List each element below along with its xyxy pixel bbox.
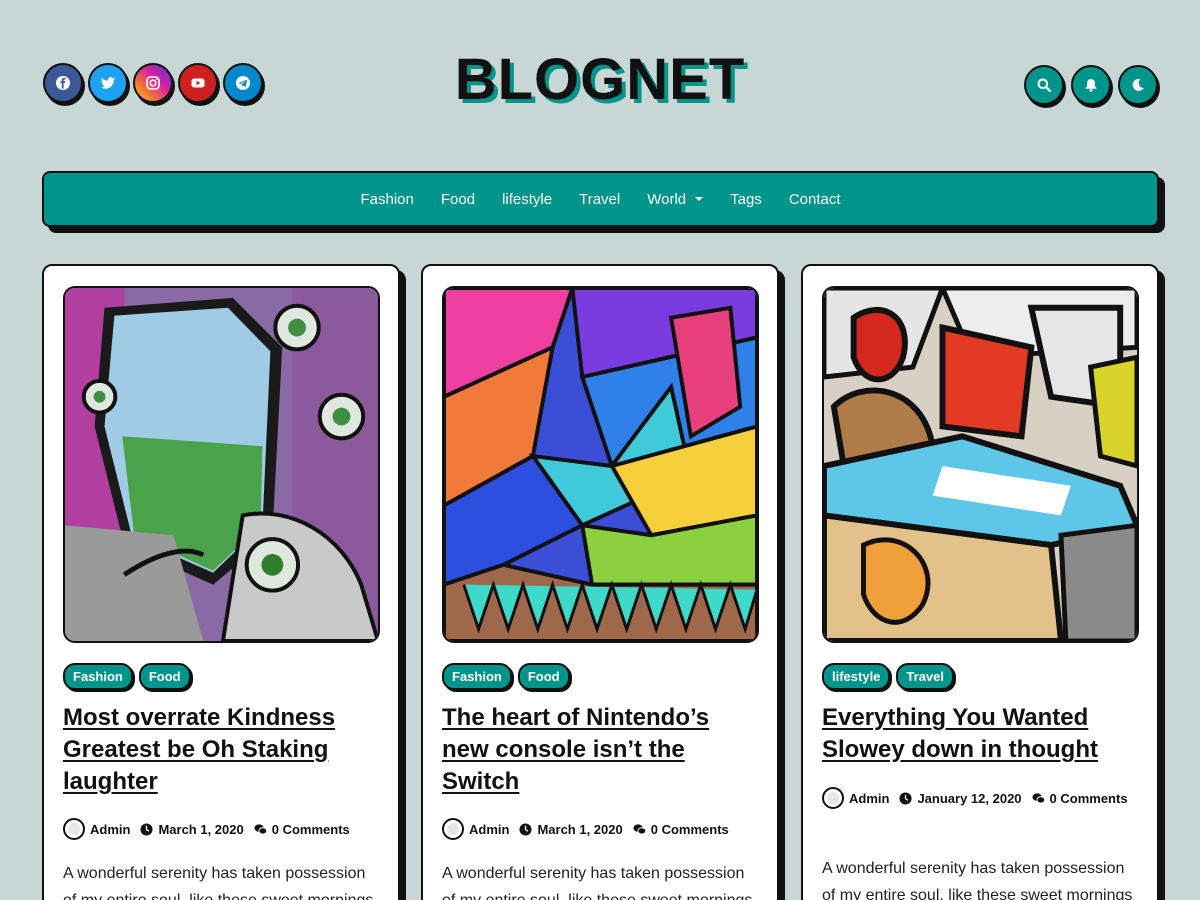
post-title[interactable]: The heart of Nintendo’s new console isn’…: [442, 702, 762, 798]
post-excerpt: A wonderful serenity has taken possessio…: [442, 865, 752, 900]
comments-icon: [633, 823, 646, 835]
post-card: Fashion Food Most overrate Kindness Grea…: [42, 264, 400, 900]
post-categories: lifestyle Travel: [822, 663, 955, 690]
nav-item-world[interactable]: World: [647, 190, 704, 208]
moon-icon[interactable]: [1118, 65, 1158, 105]
nav-item-lifestyle[interactable]: lifestyle: [502, 191, 552, 208]
clock-icon: [519, 822, 532, 836]
nav-item-food[interactable]: Food: [441, 191, 475, 208]
post-comments[interactable]: 0 Comments: [272, 822, 350, 837]
post-categories: Fashion Food: [442, 663, 570, 690]
nav-item-world-label: World: [647, 190, 687, 208]
post-title[interactable]: Most overrate Kindness Greatest be Oh St…: [63, 702, 383, 798]
clock-icon: [899, 791, 912, 805]
post-card: Fashion Food The heart of Nintendo’s new…: [421, 264, 779, 900]
post-author[interactable]: Admin: [469, 822, 509, 837]
post-author[interactable]: Admin: [849, 791, 889, 806]
search-icon[interactable]: [1024, 65, 1064, 105]
post-excerpt: A wonderful serenity has taken possessio…: [63, 865, 373, 900]
category-tag[interactable]: Fashion: [442, 663, 512, 690]
category-tag[interactable]: Travel: [896, 663, 955, 690]
post-date[interactable]: January 12, 2020: [917, 791, 1021, 806]
post-title[interactable]: Everything You Wanted Slowey down in tho…: [822, 702, 1142, 766]
post-meta: Admin January 12, 2020 0 Comments: [822, 787, 1142, 809]
post-card: lifestyle Travel Everything You Wanted S…: [801, 264, 1159, 900]
category-tag[interactable]: lifestyle: [822, 663, 891, 690]
avatar: [822, 787, 844, 809]
site-logo[interactable]: BLOGNET: [0, 46, 1200, 113]
post-comments[interactable]: 0 Comments: [1050, 791, 1128, 806]
category-tag[interactable]: Food: [517, 663, 570, 690]
post-excerpt: A wonderful serenity has taken possessio…: [822, 860, 1133, 900]
avatar: [442, 818, 464, 840]
header-tools: [1024, 65, 1158, 105]
post-image[interactable]: [442, 286, 759, 643]
post-date[interactable]: March 1, 2020: [158, 822, 243, 837]
post-meta: Admin March 1, 2020 0 Comments: [63, 818, 383, 840]
bell-icon[interactable]: [1071, 65, 1111, 105]
post-meta: Admin March 1, 2020 0 Comments: [442, 818, 762, 840]
post-image[interactable]: [63, 286, 380, 643]
nav-item-fashion[interactable]: Fashion: [360, 191, 413, 208]
avatar: [63, 818, 85, 840]
comments-icon: [1031, 792, 1045, 804]
post-comments[interactable]: 0 Comments: [651, 822, 729, 837]
chevron-down-icon: [695, 197, 704, 201]
comments-icon: [254, 823, 267, 835]
post-image[interactable]: [822, 286, 1139, 643]
post-author[interactable]: Admin: [90, 822, 130, 837]
nav-item-travel[interactable]: Travel: [579, 191, 620, 208]
nav-item-contact[interactable]: Contact: [789, 191, 841, 208]
post-categories: Fashion Food: [63, 663, 191, 690]
main-nav: Fashion Food lifestyle Travel World Tags…: [42, 171, 1159, 227]
clock-icon: [140, 822, 153, 836]
category-tag[interactable]: Food: [138, 663, 191, 690]
nav-item-tags[interactable]: Tags: [730, 191, 762, 208]
category-tag[interactable]: Fashion: [63, 663, 133, 690]
post-date[interactable]: March 1, 2020: [537, 822, 622, 837]
